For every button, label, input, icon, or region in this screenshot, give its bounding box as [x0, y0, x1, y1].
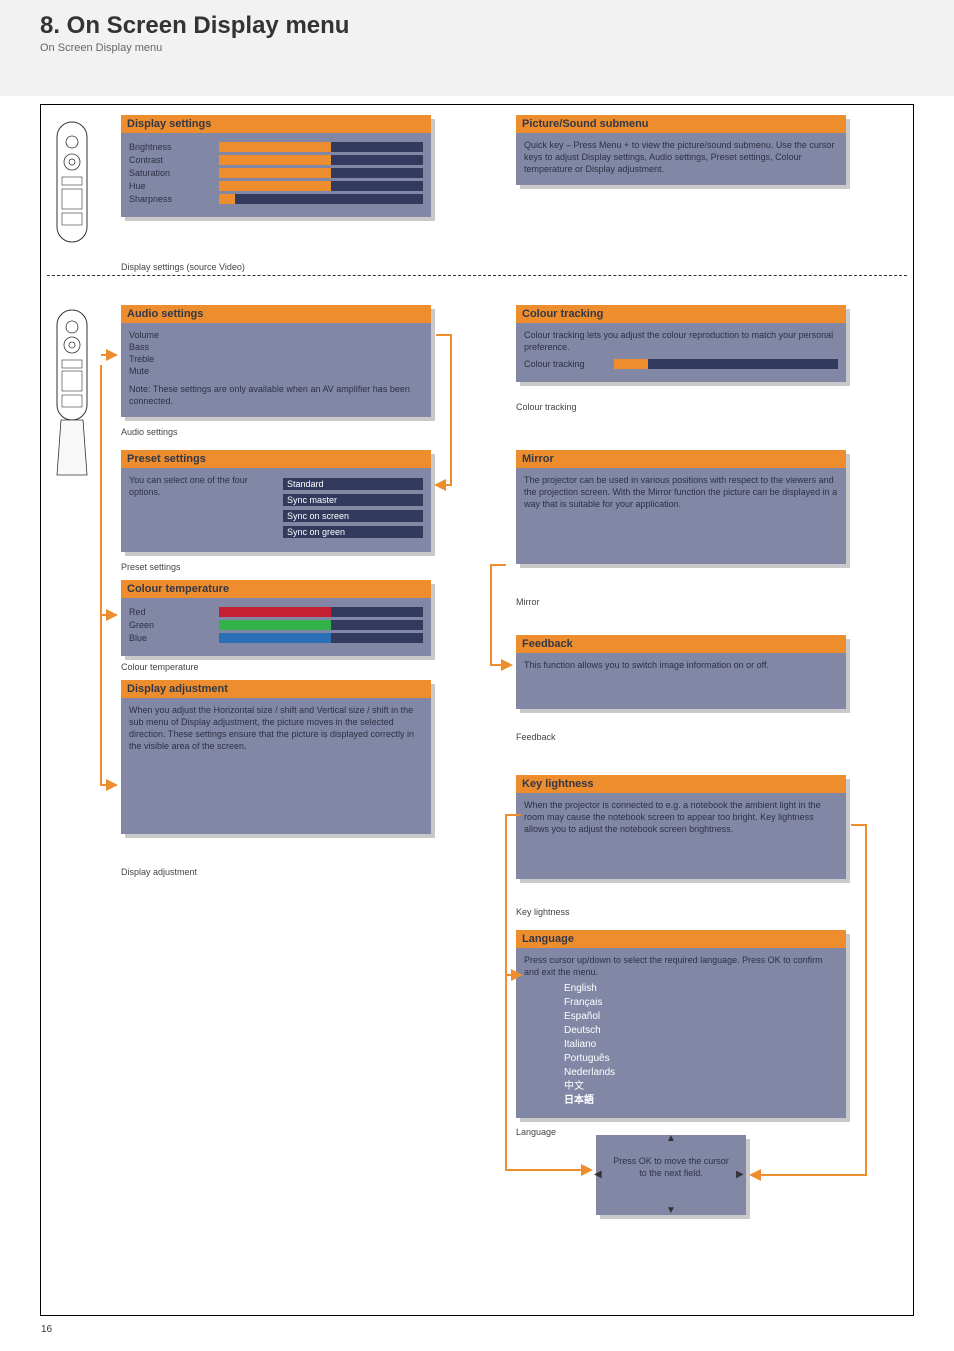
- caption: Key lightness: [516, 907, 570, 917]
- panel-title: Colour tracking: [516, 305, 846, 323]
- page-number: 16: [41, 1324, 52, 1335]
- cursor-nav-box: ▲ ▼ ◀ ▶ Press OK to move the cursor to t…: [596, 1135, 746, 1215]
- page-title: 8. On Screen Display menu: [40, 12, 914, 40]
- slider-row: Hue: [129, 181, 423, 191]
- slider-row: Brightness: [129, 142, 423, 152]
- panel-text: Quick key – Press Menu + to view the pic…: [516, 133, 846, 185]
- slider-row: Red: [129, 607, 423, 617]
- key-lightness-panel: Key lightness When the projector is conn…: [516, 775, 846, 879]
- slider-row: Sharpness: [129, 194, 423, 204]
- panel-text: When the projector is connected to e.g. …: [516, 793, 846, 879]
- panel-title: Language: [516, 930, 846, 948]
- page-subtitle: On Screen Display menu: [40, 42, 914, 54]
- slider-row: Saturation: [129, 168, 423, 178]
- page-content: Display settings Brightness Contrast Sat…: [40, 104, 914, 1316]
- slider-row: Contrast: [129, 155, 423, 165]
- arrow-up-icon: ▲: [666, 1133, 678, 1145]
- remote-control-with-flap-icon: [47, 305, 97, 510]
- colour-tracking-panel: Colour tracking Colour tracking lets you…: [516, 305, 846, 382]
- slider-row: Blue: [129, 633, 423, 643]
- slider-row: Green: [129, 620, 423, 630]
- colour-temperature-panel: Colour temperature Red Green Blue: [121, 580, 431, 656]
- panel-title: Feedback: [516, 635, 846, 653]
- arrow-down-icon: ▼: [666, 1205, 678, 1217]
- mirror-panel: Mirror The projector can be used in vari…: [516, 450, 846, 564]
- option: Sync on green: [283, 526, 423, 538]
- language-list: English Français Español Deutsch Italian…: [564, 982, 838, 1108]
- panel-title: Display adjustment: [121, 680, 431, 698]
- language-panel: Language Press cursor up/down to select …: [516, 930, 846, 1118]
- caption: Audio settings: [121, 427, 178, 437]
- panel-title: Key lightness: [516, 775, 846, 793]
- panel-title: Audio settings: [121, 305, 431, 323]
- caption: Feedback: [516, 732, 556, 742]
- panel-text: This function allows you to switch image…: [516, 653, 846, 709]
- panel-title: Display settings: [121, 115, 431, 133]
- picture-sound-panel: Picture/Sound submenu Quick key – Press …: [516, 115, 846, 185]
- caption: Colour temperature: [121, 662, 199, 672]
- panel-text: The projector can be used in various pos…: [516, 468, 846, 564]
- panel-title: Picture/Sound submenu: [516, 115, 846, 133]
- divider: [47, 275, 907, 276]
- caption: Display settings (source Video): [121, 262, 245, 272]
- arrow-right-icon: ▶: [736, 1169, 748, 1181]
- panel-title: Preset settings: [121, 450, 431, 468]
- top-banner: 8. On Screen Display menu On Screen Disp…: [0, 0, 954, 96]
- caption: Preset settings: [121, 562, 181, 572]
- option: Sync on screen: [283, 510, 423, 522]
- panel-title: Mirror: [516, 450, 846, 468]
- caption: Mirror: [516, 597, 540, 607]
- slider-row: Colour tracking: [524, 359, 838, 369]
- option: Standard: [283, 478, 423, 490]
- display-settings-panel: Display settings Brightness Contrast Sat…: [121, 115, 431, 217]
- arrow-left-icon: ◀: [594, 1169, 606, 1181]
- feedback-panel: Feedback This function allows you to swi…: [516, 635, 846, 709]
- option: Sync master: [283, 494, 423, 506]
- caption: Colour tracking: [516, 402, 577, 412]
- remote-control-icon: [47, 117, 97, 272]
- caption: Language: [516, 1127, 556, 1137]
- caption: Display adjustment: [121, 867, 197, 877]
- audio-settings-panel: Audio settings Volume Bass Treble Mute N…: [121, 305, 431, 417]
- preset-settings-panel: Preset settings You can select one of th…: [121, 450, 431, 552]
- panel-title: Colour temperature: [121, 580, 431, 598]
- display-adjustment-panel: Display adjustment When you adjust the H…: [121, 680, 431, 834]
- panel-text: When you adjust the Horizontal size / sh…: [121, 698, 431, 834]
